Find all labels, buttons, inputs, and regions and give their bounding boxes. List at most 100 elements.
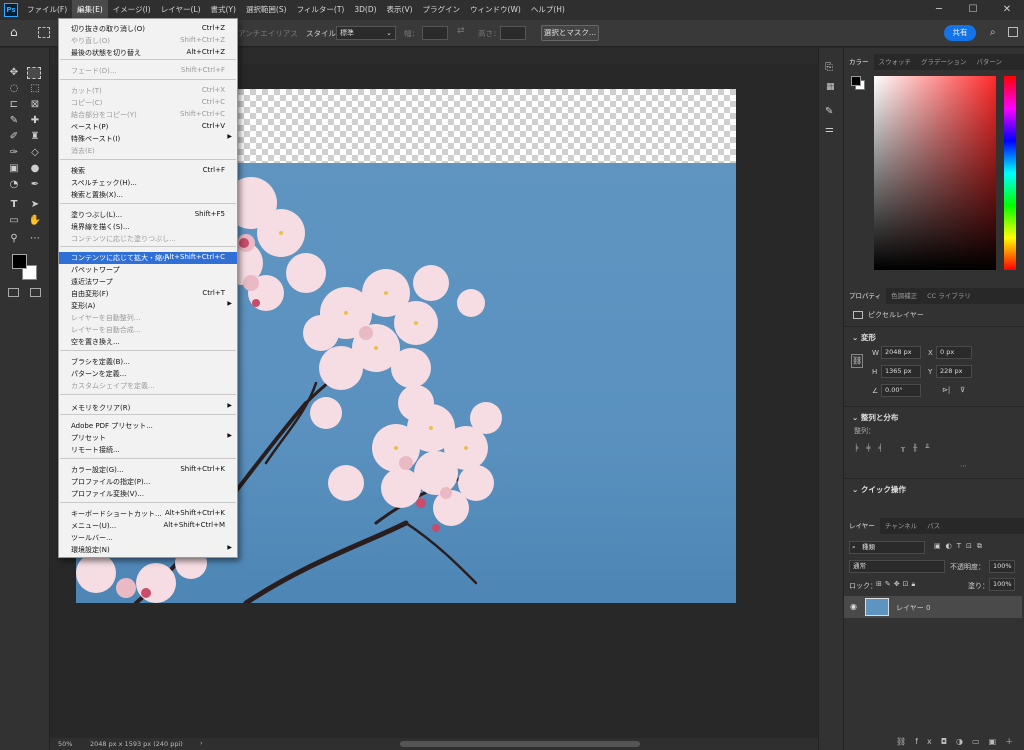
menu-select[interactable]: 選択範囲(S) [241,0,292,20]
edit-menu-item[interactable]: メモリをクリア(R) ▶ [59,402,237,414]
brush-panel-icon[interactable]: ✎ [825,106,833,117]
maximize-icon[interactable]: ☐ [956,0,990,20]
adjust-panel-icon[interactable]: ⚌ [825,124,834,135]
close-icon[interactable]: ✕ [990,0,1024,20]
flip-vertical-icon[interactable]: ⊽ [960,386,965,394]
brush-tool-icon[interactable]: ✐ [6,130,22,144]
edit-menu-item[interactable]: プリセット ▶ [59,432,237,444]
zoom-tool-icon[interactable]: ⚲ [6,232,22,246]
edit-menu-item[interactable]: ツールバー... [59,532,237,544]
minimize-icon[interactable]: ─ [922,0,956,20]
gradient-tool-icon[interactable]: ▣ [6,162,22,176]
edit-menu-item[interactable]: 環境設定(N) ▶ [59,544,237,556]
style-select[interactable]: 標準 ⌄ [336,26,396,40]
history-brush-tool-icon[interactable]: ✑ [6,146,22,160]
edit-menu-item[interactable]: パペットワープ [59,264,237,276]
edit-menu-item[interactable]: Adobe PDF プリセット... [59,420,237,432]
menu-3d[interactable]: 3D(D) [349,0,381,20]
workspace-icon[interactable] [1008,27,1018,37]
color-swatch-pair[interactable] [851,76,865,90]
path-select-tool-icon[interactable]: ➤ [27,198,43,212]
edit-menu-item[interactable]: ペースト(P) Ctrl+V [59,121,237,133]
zoom-level[interactable]: 50% [58,740,72,748]
more-options-icon[interactable]: ⋯ [960,462,967,470]
edit-menu-item[interactable]: 境界線を描く(S)... [59,221,237,233]
link-icon[interactable]: ⛓ [851,354,863,368]
layer-kind-filter[interactable]: ⌕ 種類 [849,541,925,554]
screen-mode-icon[interactable] [30,288,41,297]
layer-row[interactable]: ◉ レイヤー 0 [844,596,1022,618]
move-tool-icon[interactable]: ✥ [6,66,22,80]
menu-window[interactable]: ウィンドウ(W) [465,0,526,20]
marquee-preset-icon[interactable] [38,27,50,38]
edit-menu-item[interactable]: キーボードショートカット... Alt+Shift+Ctrl+K [59,508,237,520]
menu-file[interactable]: ファイル(F) [22,0,72,20]
hue-slider[interactable] [1004,76,1016,270]
frame-tool-icon[interactable]: ⊠ [27,98,43,112]
actions-panel-icon[interactable]: ▦ [826,82,835,92]
blur-tool-icon[interactable]: ● [27,162,43,176]
y-field[interactable]: 228 px [936,365,972,378]
menu-edit[interactable]: 編集(E) [72,0,108,20]
quick-actions-title[interactable]: ⌄ クイック操作 [852,484,906,495]
foreground-color-swatch[interactable] [12,254,27,269]
align-section-title[interactable]: ⌄ 整列と分布 [852,412,898,423]
width-field[interactable]: 2048 px [881,346,921,359]
fill-field[interactable]: 100% [989,578,1015,591]
edit-menu-item[interactable]: リモート接続... [59,444,237,456]
edit-menu-item[interactable]: 特殊ペースト(I) ▶ [59,133,237,145]
edit-menu-item[interactable]: 検索 Ctrl+F [59,165,237,177]
select-and-mask-button[interactable]: 選択とマスク... [541,25,599,41]
edit-menu-item[interactable]: 最後の状態を切り替え Alt+Ctrl+Z [59,47,237,59]
edit-menu-item[interactable]: 自由変形(F) Ctrl+T [59,288,237,300]
hand-tool-icon[interactable]: ✋ [27,214,43,228]
tab-cc-libraries[interactable]: CC ライブラリ [922,288,976,304]
history-panel-icon[interactable]: ⎘ [825,62,833,73]
edit-menu-item[interactable]: スペルチェック(H)... [59,177,237,189]
edit-menu-item[interactable]: ブラシを定義(B)... [59,356,237,368]
tab-color[interactable]: カラー [844,54,874,70]
eraser-tool-icon[interactable]: ◇ [27,146,43,160]
rectangle-tool-icon[interactable]: ▭ [6,214,22,228]
type-tool-icon[interactable]: T [6,198,22,212]
document-info[interactable]: 2048 px x 1593 px (240 ppi) [90,740,183,748]
swap-icon[interactable]: ⇄ [457,26,465,36]
chevron-right-icon[interactable]: › [200,739,203,747]
search-icon[interactable]: ⌕ [990,27,996,38]
height-field[interactable]: 1365 px [881,365,921,378]
menu-filter[interactable]: フィルター(T) [292,0,350,20]
menu-plugins[interactable]: プラグイン [418,0,466,20]
edit-menu-item[interactable]: 遠近法ワープ [59,276,237,288]
edit-menu-item[interactable]: 空を置き換え... [59,336,237,348]
more-tools-icon[interactable]: ⋯ [27,232,43,246]
edit-menu-item[interactable]: メニュー(U)... Alt+Shift+Ctrl+M [59,520,237,532]
transform-section-title[interactable]: ⌄ 変形 [852,332,876,343]
edit-menu-item[interactable]: 検索と置換(X)... [59,189,237,201]
color-saturation-field[interactable] [874,76,996,270]
edit-menu-item[interactable]: コンテンツに応じて拡大・縮小 Alt+Shift+Ctrl+C [59,252,237,264]
crop-tool-icon[interactable]: ⊏ [6,98,22,112]
tab-properties[interactable]: プロパティ [844,288,887,304]
width-input[interactable] [422,26,448,40]
layer-name[interactable]: レイヤー 0 [896,603,930,613]
object-select-tool-icon[interactable]: ⬚ [27,82,43,96]
edit-menu-item[interactable]: 変形(A) ▶ [59,300,237,312]
edit-menu-item[interactable]: プロファイル変換(V)... [59,488,237,500]
opacity-field[interactable]: 100% [989,560,1015,573]
home-icon[interactable]: ⌂ [10,25,18,39]
angle-field[interactable]: 0.00° [881,384,921,397]
eyedropper-tool-icon[interactable]: ✎ [6,114,22,128]
blend-mode-select[interactable]: 通常 [849,560,945,573]
pen-tool-icon[interactable]: ✒ [27,178,43,192]
marquee-tool-icon[interactable] [27,67,41,79]
tab-layers[interactable]: レイヤー [844,518,880,534]
align-buttons[interactable]: ╞╪╡ ╥╫╨ [854,444,938,452]
menu-image[interactable]: イメージ(I) [108,0,156,20]
share-button[interactable]: 共有 [944,25,976,41]
flip-horizontal-icon[interactable]: ⊳| [942,386,950,394]
horizontal-scrollbar[interactable] [400,741,640,747]
quick-mask-icon[interactable] [8,288,19,297]
stamp-tool-icon[interactable]: ♜ [27,130,43,144]
layers-footer-buttons[interactable]: ⛓fx◘◑▭▣＋🗑︎ [844,734,1024,750]
tab-patterns[interactable]: パターン [971,54,1007,70]
